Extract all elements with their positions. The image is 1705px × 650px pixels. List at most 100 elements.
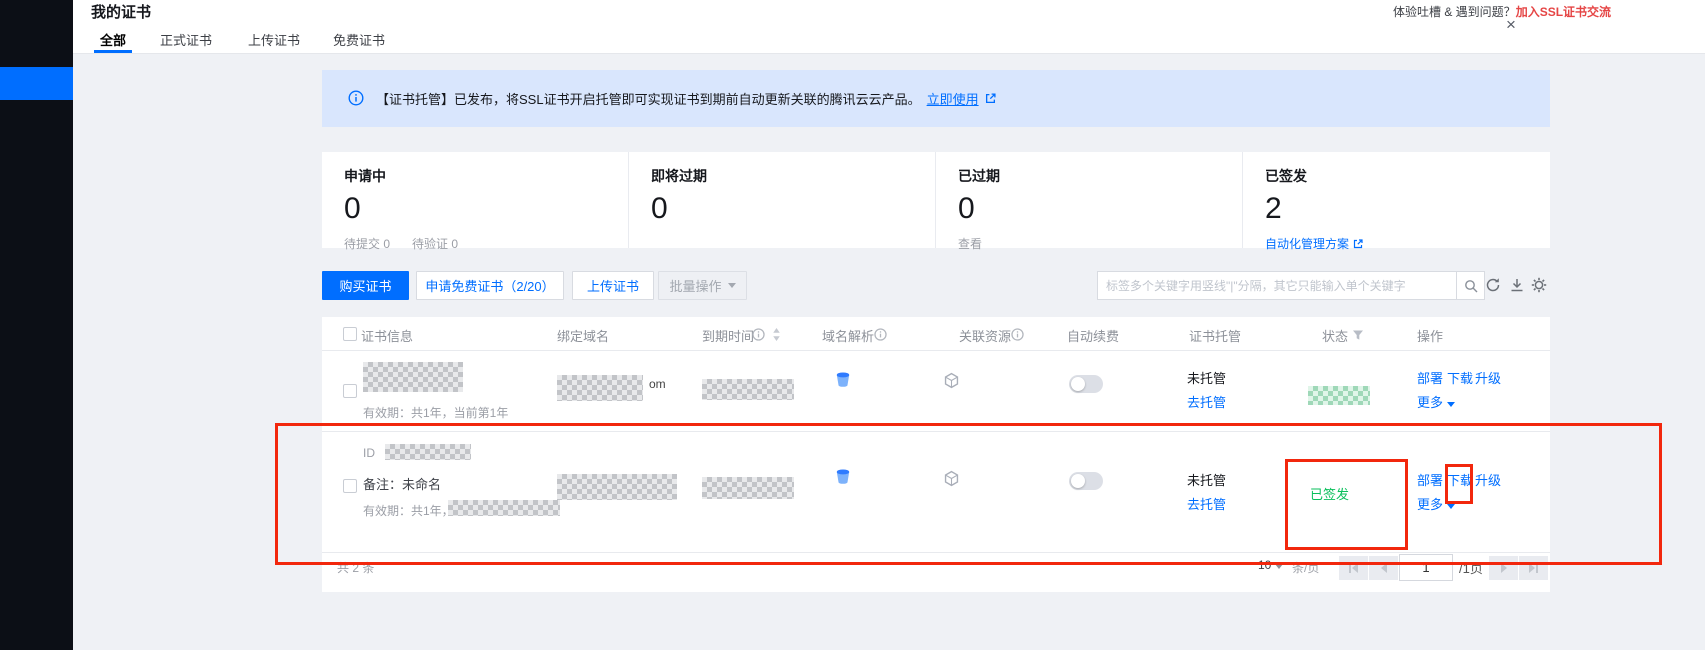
banner-text: 【证书托管】已发布，将SSL证书开启托管即可实现证书到期前自动更新关联的腾讯云云… bbox=[376, 89, 921, 108]
search-button[interactable] bbox=[1456, 271, 1485, 300]
batch-operation-button[interactable]: 批量操作 bbox=[658, 271, 747, 300]
row-checkbox[interactable] bbox=[343, 479, 357, 493]
chevron-down-icon bbox=[1447, 402, 1455, 407]
stat-applying: 申请中 0 待提交 0 待验证 0 bbox=[322, 152, 629, 248]
auto-renew-toggle[interactable] bbox=[1069, 375, 1103, 393]
prev-page-button[interactable] bbox=[1369, 556, 1398, 580]
col-dns-resolve: 域名解析 bbox=[822, 326, 874, 345]
stat-value: 0 bbox=[344, 194, 628, 224]
dns-bucket-icon[interactable] bbox=[834, 371, 852, 389]
hosting-status: 未托管 bbox=[1187, 470, 1226, 489]
info-icon bbox=[348, 90, 364, 106]
go-hosting-link[interactable]: 去托管 bbox=[1187, 494, 1226, 513]
redacted-expire-date bbox=[702, 477, 794, 499]
redacted-domain bbox=[557, 474, 677, 500]
external-link-icon bbox=[985, 93, 996, 104]
auto-renew-toggle[interactable] bbox=[1069, 472, 1103, 490]
info-icon[interactable] bbox=[874, 328, 887, 341]
domain-fragment: om bbox=[649, 377, 666, 391]
feedback-text: 体验吐槽 & 遇到问题？ bbox=[1393, 5, 1516, 19]
tab-free-cert[interactable]: 免费证书 bbox=[333, 30, 385, 49]
select-all-checkbox[interactable] bbox=[343, 327, 357, 341]
col-auto-renew: 自动续费 bbox=[1067, 326, 1119, 345]
deploy-link[interactable]: 部署 bbox=[1417, 368, 1443, 387]
redacted-cert-name bbox=[363, 362, 463, 392]
stat-label: 申请中 bbox=[344, 166, 628, 186]
id-label: ID bbox=[363, 446, 375, 460]
redacted-validity bbox=[448, 500, 560, 516]
join-ssl-group-link[interactable]: 加入SSL证书交流 bbox=[1516, 5, 1611, 19]
sort-icon[interactable] bbox=[772, 328, 781, 341]
use-now-link[interactable]: 立即使用 bbox=[927, 89, 979, 108]
chevron-down-icon bbox=[1447, 504, 1455, 509]
stat-value: 0 bbox=[651, 194, 935, 224]
page-number-input[interactable] bbox=[1399, 554, 1453, 581]
download-link[interactable]: 下载 bbox=[1447, 470, 1473, 489]
row-checkbox[interactable] bbox=[343, 384, 357, 398]
chevron-down-icon bbox=[1275, 564, 1283, 569]
divider bbox=[322, 350, 1550, 351]
buy-cert-button[interactable]: 购买证书 bbox=[322, 271, 409, 300]
ssl-console-page: 我的证书 体验吐槽 & 遇到问题？加入SSL证书交流 全部 正式证书 上传证书 … bbox=[0, 0, 1705, 650]
banner-close-icon[interactable]: × bbox=[1506, 16, 1516, 33]
redacted-expire-date bbox=[702, 379, 794, 400]
per-page-label: 条/页 bbox=[1292, 559, 1319, 576]
stat-issued: 已签发 2 自动化管理方案 bbox=[1243, 152, 1550, 248]
stat-label: 已过期 bbox=[958, 166, 1242, 186]
info-icon[interactable] bbox=[752, 328, 765, 341]
apply-free-cert-button[interactable]: 申请免费证书（2/20） bbox=[416, 271, 564, 300]
more-link[interactable]: 更多 bbox=[1417, 392, 1455, 411]
first-page-button[interactable] bbox=[1339, 556, 1368, 580]
search-input[interactable] bbox=[1097, 271, 1457, 300]
col-cert-info: 证书信息 bbox=[361, 326, 413, 345]
divider bbox=[322, 431, 1550, 432]
col-domain: 绑定域名 bbox=[557, 326, 609, 345]
col-hosting: 证书托管 bbox=[1189, 326, 1241, 345]
stat-value: 2 bbox=[1265, 194, 1550, 224]
chevron-down-icon bbox=[728, 283, 736, 288]
next-page-button[interactable] bbox=[1489, 556, 1518, 580]
sidebar-active-item[interactable] bbox=[0, 67, 73, 100]
settings-gear-icon[interactable] bbox=[1531, 277, 1547, 293]
filter-funnel-icon[interactable] bbox=[1352, 329, 1364, 341]
stat-value: 0 bbox=[958, 194, 1242, 224]
col-related-resource: 关联资源 bbox=[959, 326, 1011, 345]
tab-all[interactable]: 全部 bbox=[100, 30, 126, 49]
dns-bucket-icon[interactable] bbox=[834, 468, 852, 486]
download-icon[interactable] bbox=[1509, 277, 1525, 293]
stat-expired: 已过期 0 查看 bbox=[936, 152, 1243, 248]
tab-formal-cert[interactable]: 正式证书 bbox=[160, 30, 212, 49]
resource-cube-icon[interactable] bbox=[943, 470, 960, 487]
stat-sub-pending-verify: 待验证 0 bbox=[412, 235, 458, 252]
download-link[interactable]: 下载 bbox=[1447, 368, 1473, 387]
hosting-notice-banner: 【证书托管】已发布，将SSL证书开启托管即可实现证书到期前自动更新关联的腾讯云云… bbox=[322, 70, 1550, 127]
stats-card: 申请中 0 待提交 0 待验证 0 即将过期 0 已过期 0 查看 已签发 2 … bbox=[322, 152, 1550, 248]
total-count: 共 2 条 bbox=[337, 559, 374, 576]
upgrade-link[interactable]: 升级 bbox=[1475, 368, 1501, 387]
page-title: 我的证书 bbox=[91, 1, 151, 22]
tab-uploaded-cert[interactable]: 上传证书 bbox=[248, 30, 300, 49]
feedback-bar: 体验吐槽 & 遇到问题？加入SSL证书交流 bbox=[1393, 3, 1611, 20]
status-issued: 已签发 bbox=[1310, 484, 1349, 503]
search-icon bbox=[1464, 279, 1478, 293]
stat-label: 已签发 bbox=[1265, 166, 1550, 186]
page-size-select[interactable]: 10 bbox=[1258, 558, 1283, 572]
validity-text: 有效期：共1年，当前第1年 bbox=[363, 404, 508, 421]
upload-cert-button[interactable]: 上传证书 bbox=[572, 271, 654, 300]
automation-plan-link[interactable]: 自动化管理方案 bbox=[1265, 235, 1363, 252]
resource-cube-icon[interactable] bbox=[943, 372, 960, 389]
col-expire-time: 到期时间 bbox=[702, 326, 754, 345]
more-link[interactable]: 更多 bbox=[1417, 494, 1455, 513]
upgrade-link[interactable]: 升级 bbox=[1475, 470, 1501, 489]
validity-text: 有效期：共1年， bbox=[363, 502, 454, 519]
hosting-status: 未托管 bbox=[1187, 368, 1226, 387]
deploy-link[interactable]: 部署 bbox=[1417, 470, 1443, 489]
last-page-button[interactable] bbox=[1519, 556, 1548, 580]
total-pages-label: /1页 bbox=[1459, 558, 1483, 577]
info-icon[interactable] bbox=[1011, 328, 1024, 341]
refresh-icon[interactable] bbox=[1485, 277, 1501, 293]
stat-sub-pending-submit: 待提交 0 bbox=[344, 235, 390, 252]
go-hosting-link[interactable]: 去托管 bbox=[1187, 392, 1226, 411]
view-link[interactable]: 查看 bbox=[958, 235, 982, 252]
remark-text: 备注：未命名 bbox=[363, 474, 441, 493]
